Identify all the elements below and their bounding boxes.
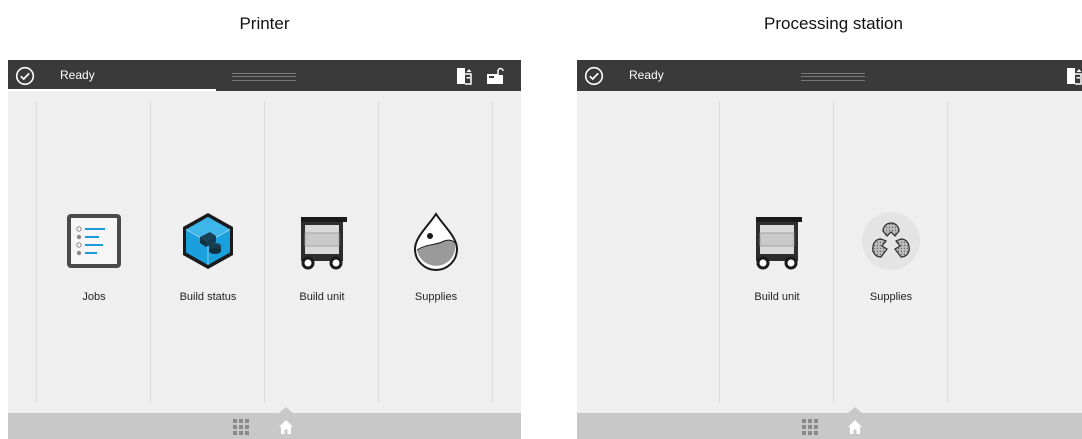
tile-label: Supplies (869, 291, 913, 303)
supplies-recycle-icon (862, 212, 920, 270)
tile-build-unit[interactable]: Build unit (265, 91, 379, 413)
bottom-nav-bar (8, 407, 521, 439)
processing-station-panel: Ready Build unit Supplies (577, 60, 1082, 439)
processing-station-caption: Processing station (764, 14, 903, 33)
unlock-cover-icon[interactable] (485, 66, 505, 86)
check-circle-icon (15, 66, 35, 86)
build-unit-cart-icon (301, 217, 347, 270)
tile-label: Jobs (82, 291, 106, 303)
tile-label: Supplies (414, 291, 458, 303)
tile-label: Build status (179, 291, 237, 303)
tile-supplies[interactable]: Supplies (379, 91, 493, 413)
build-unit-cart-icon (756, 217, 802, 270)
home-tiles: Jobs Build status Build unit Supplies (8, 91, 521, 413)
bottom-nav-bar (577, 407, 1082, 439)
tile-label: Build unit (299, 291, 345, 303)
status-bar: Ready (577, 60, 1082, 91)
tile-jobs[interactable]: Jobs (37, 91, 151, 413)
printer-panel: Ready Jobs Build status Build unit Suppl… (8, 60, 521, 439)
supplies-drop-icon (413, 212, 459, 271)
status-bar: Ready (8, 60, 521, 91)
drag-handle[interactable] (232, 73, 296, 81)
tile-build-status[interactable]: Build status (151, 91, 265, 413)
jobs-list-icon (67, 214, 121, 268)
check-circle-icon (584, 66, 604, 86)
printer-eject-icon[interactable] (454, 66, 474, 86)
tile-build-unit[interactable]: Build unit (720, 91, 834, 413)
tile-supplies[interactable]: Supplies (834, 91, 948, 413)
drag-handle[interactable] (801, 73, 865, 81)
tile-label: Build unit (754, 291, 800, 303)
build-status-cube-icon (183, 213, 233, 269)
active-page-notch (279, 407, 293, 413)
printer-caption: Printer (239, 14, 290, 33)
printer-eject-icon[interactable] (1064, 66, 1082, 86)
status-text[interactable]: Ready (60, 68, 95, 82)
active-page-notch (848, 407, 862, 413)
apps-grid-icon[interactable] (233, 419, 249, 435)
home-icon[interactable] (847, 419, 863, 435)
apps-grid-icon[interactable] (802, 419, 818, 435)
status-text[interactable]: Ready (629, 68, 664, 82)
home-icon[interactable] (278, 419, 294, 435)
home-tiles: Build unit Supplies (577, 91, 1082, 413)
